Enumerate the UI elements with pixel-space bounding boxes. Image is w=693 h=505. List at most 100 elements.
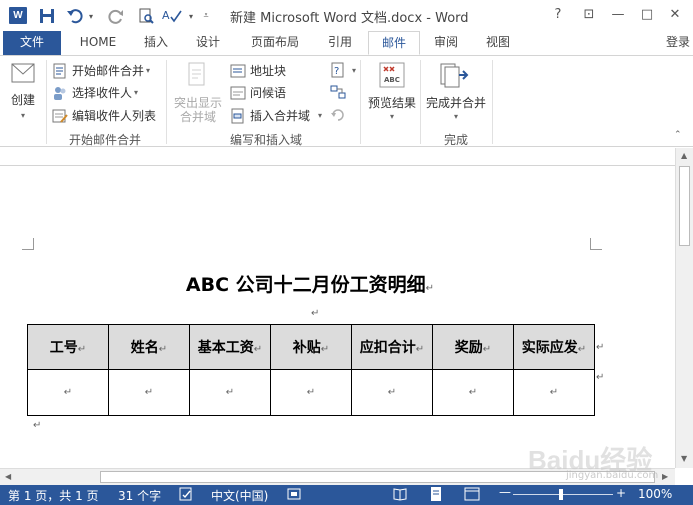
preview-icon-text: ABC (384, 76, 400, 84)
table-header-cell[interactable]: 基本工资↵ (189, 324, 271, 370)
print-layout-icon[interactable] (428, 486, 444, 505)
paragraph-mark: ↵ (33, 420, 42, 431)
close-button[interactable]: ✕ (664, 5, 686, 25)
table-header-cell[interactable]: 补贴↵ (270, 324, 352, 370)
language-indicator[interactable]: 中文(中国) (211, 487, 268, 504)
table-header-cell[interactable]: 应扣合计↵ (351, 324, 433, 370)
table-cell[interactable]: ↵ (270, 369, 352, 416)
tab-layout[interactable]: 页面布局 (240, 31, 310, 55)
table-cell[interactable]: ↵ (432, 369, 514, 416)
web-layout-icon[interactable] (464, 486, 480, 505)
tab-review[interactable]: 审阅 (424, 31, 468, 55)
print-preview-icon[interactable] (136, 6, 156, 26)
table-header-cell[interactable]: 奖励↵ (432, 324, 514, 370)
select-recipients-button[interactable]: 选择收件人 ▾ (52, 84, 138, 101)
zoom-out-button[interactable]: — (499, 485, 511, 499)
rules-button[interactable]: ? ▾ (330, 62, 356, 78)
insert-merge-field-label: 插入合并域 (250, 109, 311, 123)
document-canvas[interactable] (0, 148, 675, 468)
watermark-url: jingyan.baidu.com (566, 470, 659, 481)
zoom-in-button[interactable]: + (616, 486, 626, 500)
tab-design[interactable]: 设计 (186, 31, 230, 55)
group-separator (420, 60, 421, 144)
macro-recording-icon[interactable] (286, 486, 302, 505)
word-count[interactable]: 31 个字 (118, 487, 161, 504)
minimize-button[interactable]: — (607, 5, 629, 25)
salary-table[interactable]: 工号↵ 姓名↵ 基本工资↵ 补贴↵ 应扣合计↵ 奖励↵ 实际应发↵ ↵ ↵ ↵ … (27, 324, 595, 416)
zoom-slider[interactable] (513, 494, 613, 495)
finish-dropdown-icon[interactable]: ▾ (424, 110, 488, 124)
address-block-button[interactable]: 地址块 (230, 62, 286, 79)
match-fields-icon (330, 84, 346, 100)
scroll-left-icon[interactable]: ◀ (5, 472, 11, 481)
create-dropdown-icon[interactable]: ▾ (3, 109, 43, 123)
chevron-down-icon: ▾ (352, 65, 357, 75)
select-recipients-label: 选择收件人 (72, 86, 133, 100)
table-cell[interactable]: ↵ (513, 369, 595, 416)
collapse-ribbon-icon[interactable]: ⌃ (674, 130, 682, 140)
match-fields-button[interactable] (330, 84, 350, 100)
ribbon-tabs: 文件 HOME 插入 设计 页面布局 引用 邮件 审阅 视图 (0, 31, 693, 55)
scroll-up-icon[interactable]: ▲ (681, 151, 687, 160)
table-header-row: 工号↵ 姓名↵ 基本工资↵ 补贴↵ 应扣合计↵ 奖励↵ 实际应发↵ (27, 324, 595, 370)
tab-view[interactable]: 视图 (476, 31, 520, 55)
create-button[interactable]: 创建 (3, 93, 43, 107)
proofing-icon[interactable] (178, 486, 194, 505)
greeting-line-button[interactable]: 问候语 (230, 84, 286, 101)
table-header-cell[interactable]: 实际应发↵ (513, 324, 595, 370)
zoom-slider-thumb[interactable] (559, 489, 563, 500)
undo-dropdown-icon[interactable]: ▾ (86, 6, 96, 26)
start-mail-merge-button[interactable]: 开始邮件合并 ▾ (52, 62, 150, 79)
customize-quick-access-icon[interactable]: ⩡ (200, 6, 212, 26)
tab-mailings[interactable]: 邮件 (368, 31, 420, 55)
maximize-button[interactable]: □ (636, 5, 658, 25)
address-block-icon (230, 63, 246, 79)
group-separator (360, 60, 361, 144)
zoom-level[interactable]: 100% (638, 487, 672, 501)
edit-recipient-list-button[interactable]: 编辑收件人列表 (52, 107, 156, 124)
tab-insert[interactable]: 插入 (134, 31, 178, 55)
tab-home[interactable]: HOME (70, 31, 126, 55)
table-header-cell[interactable]: 姓名↵ (108, 324, 190, 370)
row-end-mark: ↵ (596, 372, 605, 383)
undo-icon[interactable] (64, 6, 86, 26)
document-heading[interactable]: ABC 公司十二月份工资明细↵ (0, 270, 620, 297)
help-button[interactable]: ? (547, 5, 569, 25)
svg-text:A: A (162, 9, 170, 22)
tab-references[interactable]: 引用 (318, 31, 362, 55)
sign-in-link[interactable]: 登录 (666, 33, 690, 50)
table-cell[interactable]: ↵ (27, 369, 109, 416)
title-bar: W ▾ A ▾ ⩡ 新建 Microsoft Word 文档.docx - Wo… (0, 0, 693, 31)
tab-file[interactable]: 文件 (3, 31, 61, 55)
highlight-merge-fields-button[interactable]: 突出显示 合并域 (171, 96, 225, 124)
vertical-scrollbar[interactable]: ▲ ▼ (675, 148, 693, 468)
edit-list-icon (52, 108, 68, 124)
table-cell[interactable]: ↵ (108, 369, 190, 416)
chevron-down-icon: ▾ (146, 66, 151, 75)
scroll-down-icon[interactable]: ▼ (681, 454, 687, 463)
preview-dropdown-icon[interactable]: ▾ (366, 110, 418, 124)
vertical-scroll-thumb[interactable] (679, 166, 690, 246)
finish-merge-button[interactable]: 完成并合并 (424, 96, 488, 110)
scroll-right-icon[interactable]: ▶ (662, 472, 668, 481)
margin-corner-top-right (590, 238, 602, 250)
group-separator (166, 60, 167, 144)
insert-merge-field-button[interactable]: 插入合并域 ▾ (230, 107, 322, 124)
table-cell[interactable]: ↵ (189, 369, 271, 416)
heading-text: ABC 公司十二月份工资明细 (185, 274, 426, 296)
spelling-icon[interactable]: A (160, 6, 186, 26)
window-title: 新建 Microsoft Word 文档.docx - Word (230, 11, 469, 26)
save-icon[interactable] (37, 6, 57, 26)
read-mode-icon[interactable] (392, 486, 408, 505)
table-cell[interactable]: ↵ (351, 369, 433, 416)
page-count[interactable]: 第 1 页，共 1 页 (8, 487, 99, 504)
update-labels-button[interactable] (330, 107, 350, 123)
redo-icon[interactable] (106, 6, 126, 26)
table-header-cell[interactable]: 工号↵ (27, 324, 109, 370)
preview-results-button[interactable]: 预览结果 (366, 96, 418, 110)
word-app-icon[interactable]: W (9, 7, 27, 24)
spelling-dropdown-icon[interactable]: ▾ (186, 6, 196, 26)
mail-merge-doc-icon (52, 63, 68, 79)
preview-results-icon: ABC (376, 60, 408, 90)
ribbon-display-options-button[interactable]: ⊡ (578, 5, 600, 25)
